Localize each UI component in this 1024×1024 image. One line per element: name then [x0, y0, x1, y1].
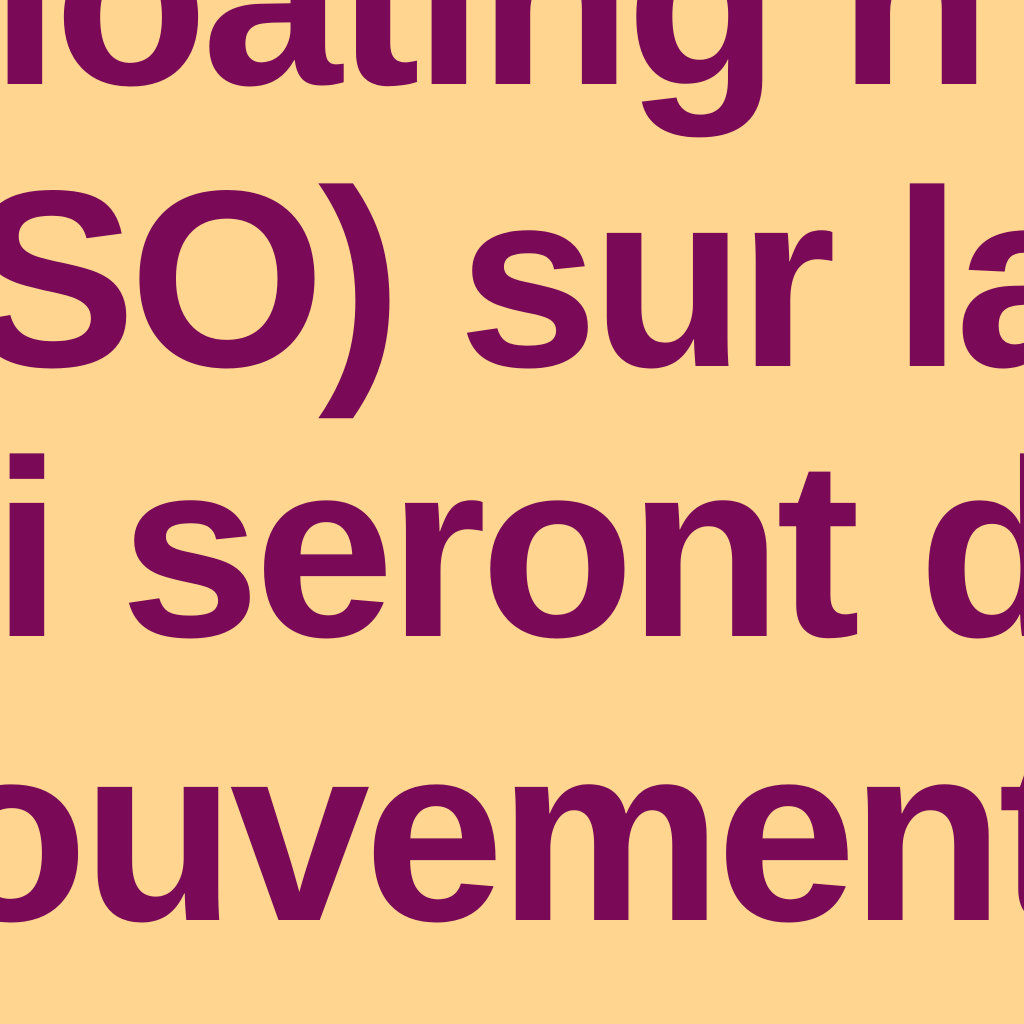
text-line-2: SO) sur la v: [0, 139, 1024, 420]
text-line-4: ouvement: [0, 693, 1024, 974]
document-zoomed-text-view: loating n SO) sur la v li seront d ouvem…: [0, 0, 1024, 1024]
text-line-3: li seront d: [0, 409, 1024, 690]
text-line-1: loating n: [0, 0, 992, 124]
